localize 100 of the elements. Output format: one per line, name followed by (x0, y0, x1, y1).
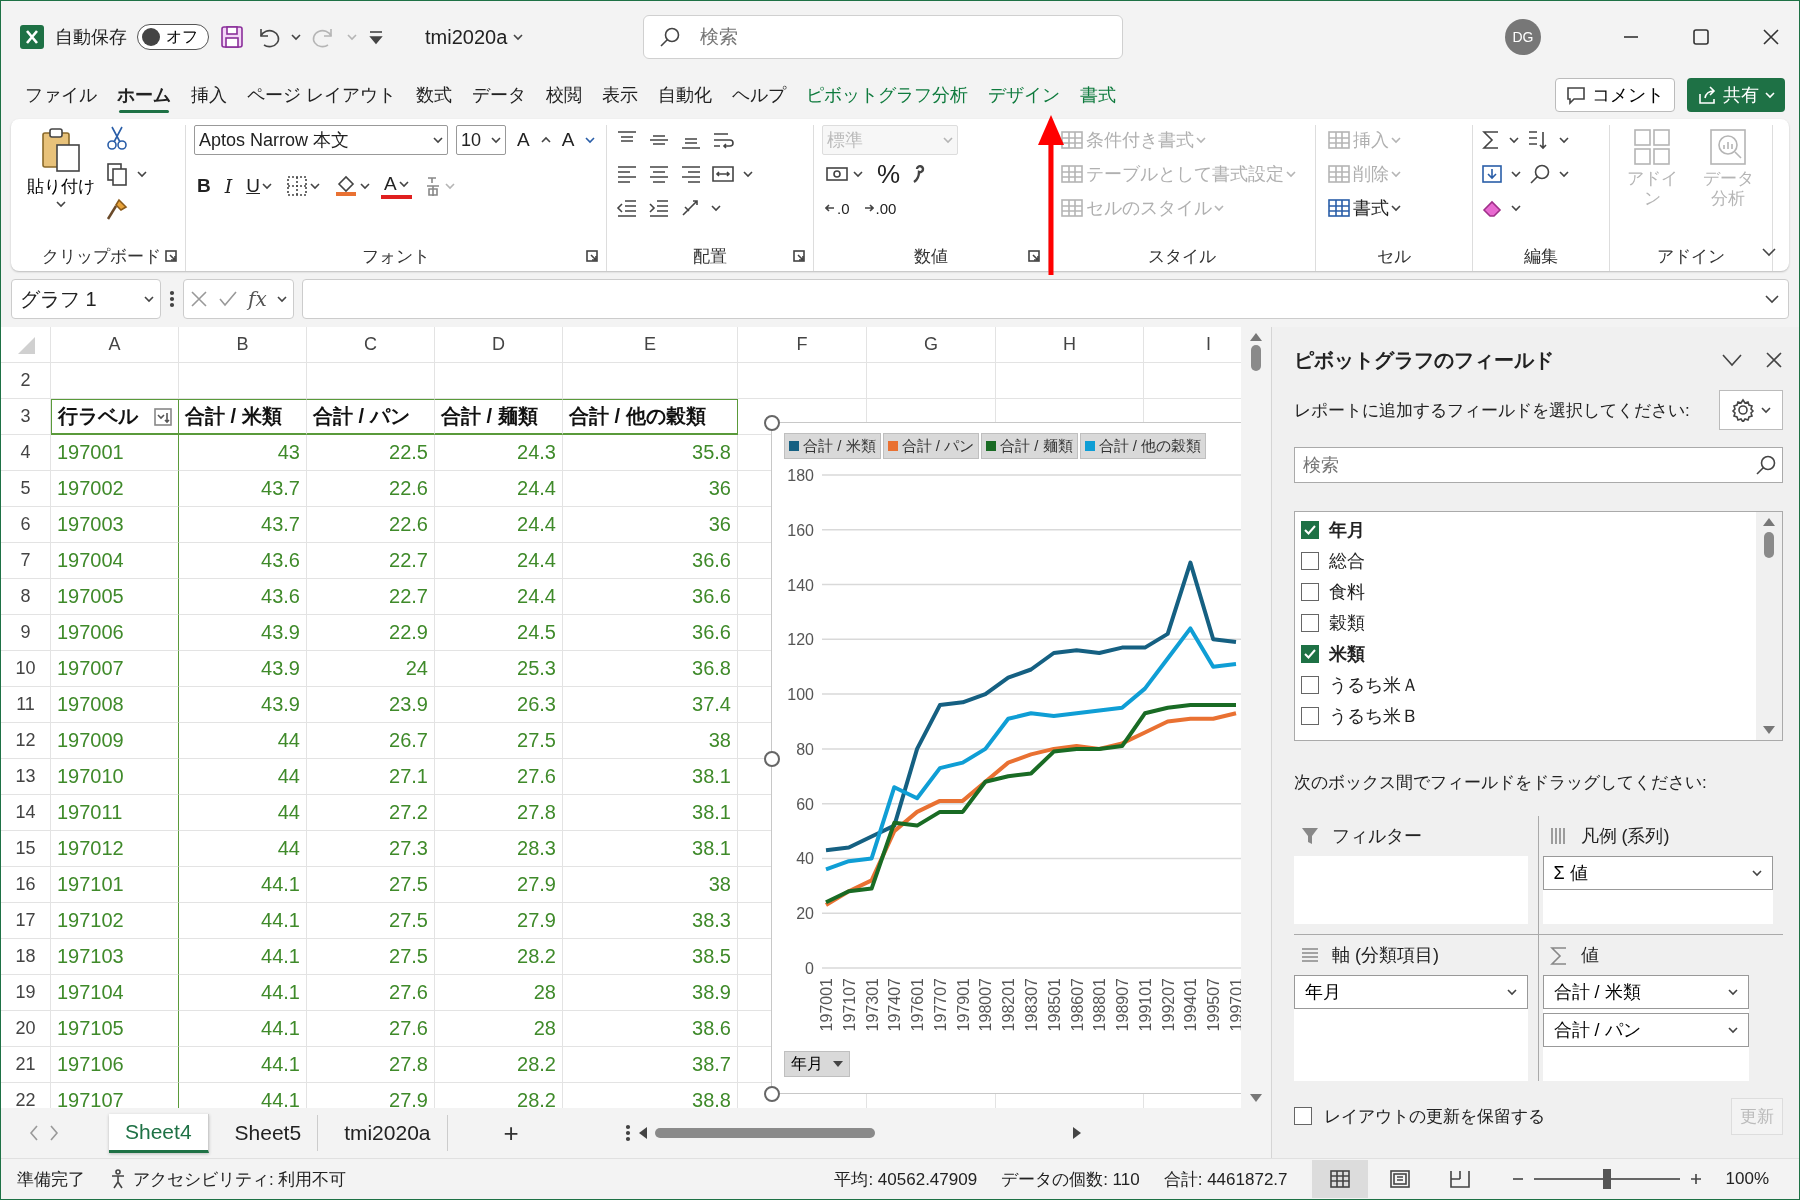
field-label[interactable]: うるち米Ａ (1329, 672, 1419, 697)
legend-field-button[interactable]: 合計 / 米類 (784, 433, 881, 459)
field-chip[interactable]: 年月 (1294, 975, 1528, 1009)
caret-icon[interactable] (56, 200, 66, 208)
axis-field-button[interactable]: 年月 (784, 1051, 850, 1077)
caret-icon[interactable] (1506, 988, 1517, 996)
resize-handle[interactable] (764, 415, 780, 431)
menu-tab[interactable]: 表示 (592, 77, 648, 113)
scroll-up-icon[interactable] (1250, 333, 1262, 341)
caret-icon[interactable] (144, 295, 154, 303)
checkbox[interactable] (1301, 706, 1319, 725)
field-chip[interactable]: Σ 値 (1542, 856, 1773, 890)
legend-field-button[interactable]: 合計 / 他の穀類 (1079, 433, 1207, 459)
menu-tab[interactable]: ファイル (15, 77, 107, 113)
field-label[interactable]: 食料 (1329, 579, 1365, 604)
menu-tab[interactable]: デザイン (978, 77, 1070, 113)
checkbox[interactable] (1301, 582, 1319, 601)
caret-icon[interactable] (1761, 406, 1771, 414)
field-label[interactable]: うるち米Ｂ (1329, 703, 1419, 728)
scroll-thumb[interactable] (654, 1128, 875, 1138)
row-number[interactable]: 14 (1, 795, 51, 831)
comment-button[interactable]: コメント (1555, 78, 1675, 112)
row-number[interactable]: 9 (1, 615, 51, 651)
italic-button[interactable]: I (221, 171, 236, 201)
align-right-icon[interactable] (679, 163, 703, 185)
next-sheet-icon[interactable] (49, 1125, 59, 1141)
row-number[interactable]: 10 (1, 651, 51, 687)
caret-icon[interactable] (1559, 136, 1569, 144)
copy-icon[interactable] (105, 161, 129, 187)
menu-tab[interactable]: ピボットグラフ分析 (796, 77, 978, 113)
increase-indent-icon[interactable] (647, 197, 671, 219)
cell-button[interactable]: 書式 (1324, 193, 1404, 223)
field-label[interactable]: 米類 (1329, 641, 1365, 666)
settings-button[interactable] (1719, 390, 1783, 430)
field-label[interactable]: 穀類 (1329, 610, 1365, 635)
row-number[interactable]: 18 (1, 939, 51, 975)
row-number[interactable]: 4 (1, 435, 51, 471)
scroll-down-icon[interactable] (1763, 726, 1775, 734)
field-chip[interactable]: 合計 / 米類 (1542, 975, 1749, 1009)
checkbox[interactable] (1294, 1107, 1312, 1125)
row-number[interactable]: 8 (1, 579, 51, 615)
checkbox[interactable] (1301, 675, 1319, 694)
caret-icon[interactable] (1559, 170, 1569, 178)
field-label[interactable]: 年月 (1329, 517, 1365, 542)
enter-icon[interactable] (218, 290, 238, 308)
dialog-launcher-icon[interactable] (1028, 250, 1040, 262)
checkbox[interactable] (1301, 644, 1319, 663)
view-button[interactable] (1311, 1160, 1368, 1198)
legend-field-button[interactable]: 合計 / パン (882, 433, 980, 459)
menu-tab[interactable]: 数式 (406, 77, 462, 113)
menu-tab[interactable]: 挿入 (181, 77, 237, 113)
menu-tab[interactable]: ホーム (107, 77, 181, 113)
caret-icon[interactable] (276, 295, 287, 303)
column-header[interactable]: F (738, 327, 867, 363)
drop-area[interactable]: 年月 (1294, 975, 1528, 1081)
accessibility-status[interactable]: アクセシビリティ: 利用不可 (133, 1167, 347, 1191)
save-icon[interactable] (219, 24, 245, 50)
font-size-dropdown[interactable]: 10 (456, 125, 506, 155)
caret-icon[interactable] (743, 170, 753, 178)
increase-decimal-button[interactable]: .0 (822, 193, 853, 223)
column-header[interactable]: A (51, 327, 179, 363)
row-number[interactable]: 22 (1, 1083, 51, 1108)
share-button[interactable]: 共有 (1687, 78, 1785, 112)
caret-icon[interactable] (1728, 988, 1738, 996)
menu-tab[interactable]: 自動化 (648, 77, 722, 113)
file-name[interactable]: tmi2020a (425, 25, 508, 49)
menu-tab[interactable]: ページ レイアウト (237, 77, 406, 113)
underline-button[interactable]: U (243, 171, 275, 201)
caret-icon[interactable] (1511, 204, 1521, 212)
resize-handle[interactable] (764, 751, 780, 767)
caret-icon[interactable] (1391, 204, 1401, 212)
more-icon[interactable] (624, 1123, 631, 1143)
row-number[interactable]: 16 (1, 867, 51, 903)
caret-icon[interactable] (310, 182, 320, 190)
column-header[interactable]: B (179, 327, 307, 363)
font-color-button[interactable]: A (381, 173, 412, 199)
caret-icon[interactable] (1509, 136, 1519, 144)
menu-tab[interactable]: 校閲 (536, 77, 592, 113)
row-number[interactable]: 21 (1, 1047, 51, 1083)
zoom-in-icon[interactable] (1689, 1173, 1702, 1185)
row-number[interactable]: 19 (1, 975, 51, 1011)
column-header[interactable]: H (996, 327, 1144, 363)
search-field[interactable]: 検索 (643, 15, 1124, 59)
row-number[interactable]: 7 (1, 543, 51, 579)
column-header[interactable]: G (867, 327, 996, 363)
caret-icon[interactable] (398, 180, 409, 188)
comma-style-icon[interactable] (911, 163, 926, 185)
scroll-up-icon[interactable] (1763, 518, 1775, 526)
add-sheet-button[interactable]: + (497, 1116, 525, 1150)
column-header[interactable]: C (307, 327, 435, 363)
scroll-down-icon[interactable] (1250, 1094, 1262, 1102)
scissors-icon[interactable] (105, 125, 129, 151)
sheet-tab[interactable]: Sheet4 (109, 1113, 209, 1153)
autosave-toggle[interactable]: オフ (137, 24, 209, 50)
fill-down-icon[interactable] (1481, 163, 1503, 185)
field-label[interactable]: 総合 (1329, 548, 1365, 573)
caret-icon[interactable] (853, 170, 863, 178)
paste-button[interactable]: 貼り付け (25, 125, 97, 210)
merge-cells-icon[interactable] (711, 163, 735, 185)
grow-font-button[interactable]: A (514, 125, 533, 155)
